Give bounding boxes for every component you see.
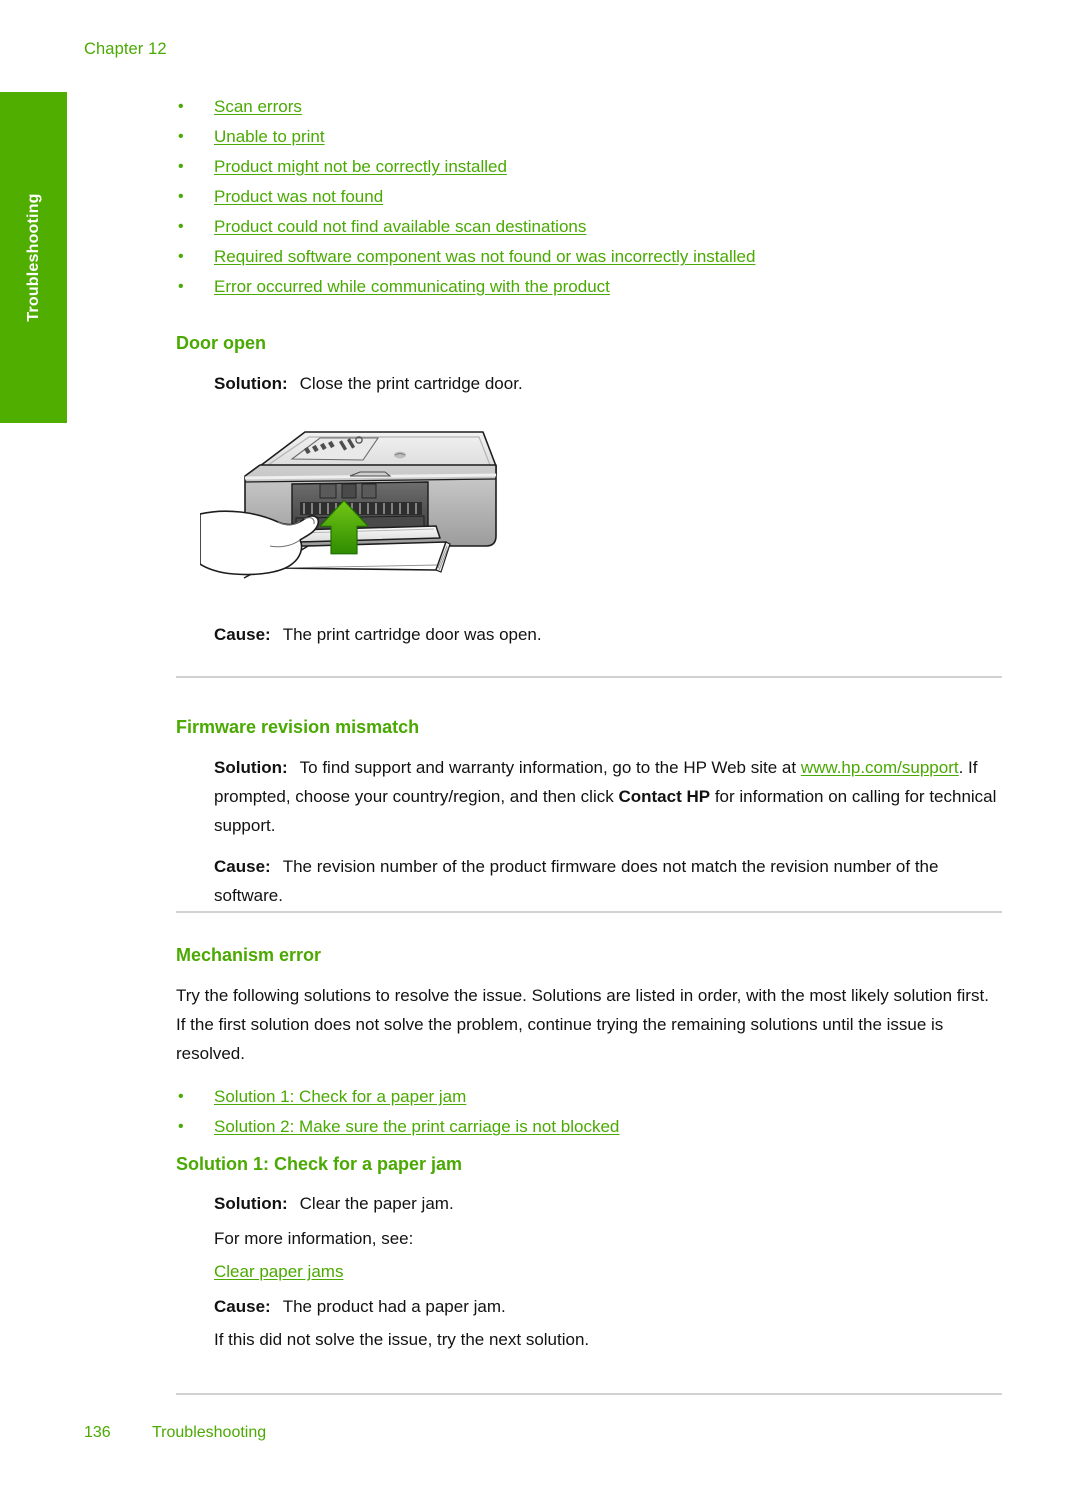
- bullet-icon: •: [178, 218, 184, 235]
- xref-link-product-not-installed[interactable]: Product might not be correctly installed: [214, 157, 507, 176]
- cause-label: Cause:: [214, 1297, 271, 1316]
- solution1-link-row: Clear paper jams: [176, 1257, 589, 1286]
- footer-page-number: 136: [84, 1424, 111, 1441]
- solution-text: Clear the paper jam.: [299, 1194, 454, 1213]
- heading-firmware-mismatch: Firmware revision mismatch: [176, 717, 420, 737]
- section-solution-1: Solution 1: Check for a paper jam Soluti…: [176, 1152, 589, 1354]
- solution-text: Close the print cartridge door.: [299, 374, 523, 393]
- list-item[interactable]: • Error occurred while communicating wit…: [176, 272, 755, 302]
- solution1-next: If this did not solve the issue, try the…: [214, 1330, 590, 1349]
- footer-section-name: Troubleshooting: [152, 1424, 267, 1441]
- list-item[interactable]: • Product was not found: [176, 182, 755, 212]
- cause-text: The product had a paper jam.: [282, 1297, 506, 1316]
- list-item[interactable]: • Solution 1: Check for a paper jam: [176, 1082, 1002, 1112]
- section-firmware: Firmware revision mismatch Solution: To f…: [176, 715, 1002, 910]
- bullet-icon: •: [178, 188, 184, 205]
- xref-link-solution-1[interactable]: Solution 1: Check for a paper jam: [214, 1087, 466, 1106]
- xref-link-solution-2[interactable]: Solution 2: Make sure the print carriage…: [214, 1117, 619, 1136]
- heading-solution-1: Solution 1: Check for a paper jam: [176, 1154, 463, 1174]
- xref-link-product-not-found[interactable]: Product was not found: [214, 187, 383, 206]
- section-mechanism-error: Mechanism error Try the following soluti…: [176, 943, 1002, 1142]
- xref-link-hp-support[interactable]: www.hp.com/support: [801, 758, 959, 777]
- contact-hp-bold: Contact HP: [618, 787, 711, 806]
- xref-link-error-communicating[interactable]: Error occurred while communicating with …: [214, 277, 610, 296]
- list-item[interactable]: • Product could not find available scan …: [176, 212, 755, 242]
- xref-link-clear-paper-jams[interactable]: Clear paper jams: [214, 1262, 343, 1281]
- xref-link-unable-to-print[interactable]: Unable to print: [214, 127, 325, 146]
- list-item[interactable]: • Solution 2: Make sure the print carria…: [176, 1112, 1002, 1142]
- chapter-header: Chapter 12: [84, 40, 167, 58]
- heading-door-open: Door open: [176, 333, 266, 353]
- xref-link-no-scan-destinations[interactable]: Product could not find available scan de…: [214, 217, 586, 236]
- solution-label: Solution:: [214, 758, 288, 777]
- solution-label: Solution:: [214, 1194, 288, 1213]
- list-item[interactable]: • Product might not be correctly install…: [176, 152, 755, 182]
- solution-label: Solution:: [214, 374, 288, 393]
- bullet-icon: •: [178, 278, 184, 295]
- mechanism-intro: Try the following solutions to resolve t…: [176, 986, 989, 1063]
- printer-door-illustration: [200, 418, 530, 598]
- page-footer: 136 Troubleshooting: [84, 1424, 266, 1442]
- xref-link-required-software[interactable]: Required software component was not foun…: [214, 247, 755, 266]
- firmware-solution: Solution: To find support and warranty in…: [176, 753, 1002, 840]
- section-divider: [176, 911, 1002, 913]
- xref-link-scan-errors[interactable]: Scan errors: [214, 97, 302, 116]
- list-item[interactable]: • Unable to print: [176, 122, 755, 152]
- cause-label: Cause:: [214, 857, 271, 876]
- heading-mechanism-error: Mechanism error: [176, 945, 322, 965]
- solution-text-part1: To find support and warranty information…: [299, 758, 797, 777]
- bullet-icon: •: [178, 128, 184, 145]
- section-divider: [176, 1393, 1002, 1395]
- bullet-icon: •: [178, 248, 184, 265]
- door-open-cause: Cause: The print cartridge door was open.: [176, 620, 542, 649]
- bullet-icon: •: [178, 1118, 184, 1135]
- door-open-solution: Solution: Close the print cartridge door.: [176, 369, 523, 398]
- list-item[interactable]: • Required software component was not fo…: [176, 242, 755, 272]
- solution1-solution: Solution: Clear the paper jam.: [176, 1189, 589, 1218]
- firmware-cause: Cause: The revision number of the product…: [176, 852, 1002, 910]
- cause-text: The revision number of the product firmw…: [214, 857, 939, 905]
- section-divider: [176, 676, 1002, 678]
- cause-text: The print cartridge door was open.: [282, 625, 542, 644]
- solution1-cause: Cause: The product had a paper jam.: [176, 1292, 589, 1321]
- top-xref-list: • Scan errors • Unable to print • Produc…: [176, 92, 755, 302]
- side-thumb-tab: Troubleshooting: [0, 92, 67, 423]
- bullet-icon: •: [178, 98, 184, 115]
- bullet-icon: •: [178, 1088, 184, 1105]
- side-thumb-tab-label: Troubleshooting: [24, 193, 42, 322]
- mechanism-solution-list: • Solution 1: Check for a paper jam • So…: [176, 1082, 1002, 1142]
- solution1-more-info: For more information, see:: [214, 1229, 414, 1248]
- list-item[interactable]: • Scan errors: [176, 92, 755, 122]
- bullet-icon: •: [178, 158, 184, 175]
- section-door-open: Door open Solution: Close the print cartr…: [176, 331, 523, 398]
- cause-label: Cause:: [214, 625, 271, 644]
